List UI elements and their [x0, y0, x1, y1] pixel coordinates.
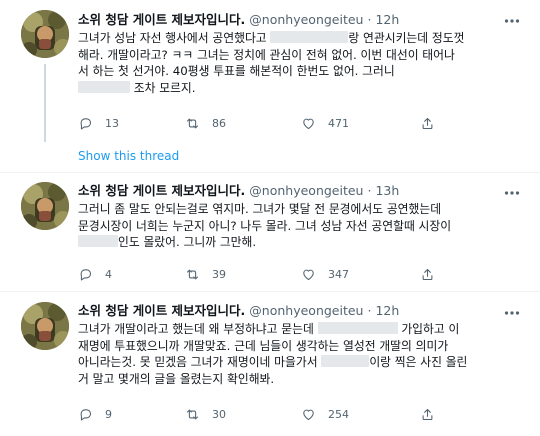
tweet-text: 그녀가 개딸이라고 했는데 왜 부정하냐고 묻는데 가입하고 이 재명에 투표했… [78, 321, 518, 387]
thread-line [44, 64, 46, 142]
text-line: 서 하는 첫 선거야. 40평생 투표를 해본적이 한번도 없어. 그러니 [78, 64, 395, 78]
separator-dot: · [367, 12, 372, 27]
text-line: 해라. 개딸이라고? ㅋㅋ 그녀는 정치에 관심이 전혀 없어. 이번 대선이 … [78, 47, 455, 62]
retweet-button[interactable]: 39 [185, 265, 226, 283]
retweet-icon [186, 409, 199, 419]
reply-button[interactable]: 13 [78, 114, 119, 132]
text-line: 문경시장이 너희는 누군지 아니? 나두 몰라. 그녀 성남 자선 공연할때 시… [78, 218, 452, 233]
tweet-3[interactable]: 소위 청담 게이트 제보자입니다. @nonhyeongeiteu · 12h … [0, 292, 540, 436]
avatar-image [21, 10, 69, 58]
reply-count: 9 [105, 407, 112, 421]
like-count: 347 [328, 267, 349, 281]
retweet-count: 39 [212, 267, 226, 281]
reply-icon [80, 268, 92, 280]
retweet-count: 86 [212, 116, 226, 130]
reply-count: 13 [105, 116, 119, 130]
heart-icon [303, 409, 314, 420]
display-name[interactable]: 소위 청담 게이트 제보자입니다. [78, 183, 245, 198]
tweet-text: 그녀가 성남 자선 행사에서 공연했다고 랑 연관시키는데 정도껏 해라. 개딸… [78, 30, 518, 96]
redacted-block [78, 80, 130, 93]
tweet-2[interactable]: 소위 청담 게이트 제보자입니다. @nonhyeongeiteu · 13h … [0, 173, 540, 291]
user-handle[interactable]: @nonhyeongeiteu [249, 12, 363, 27]
text-line: 조차 모르지. [78, 80, 518, 97]
retweet-count: 30 [212, 407, 226, 421]
like-button[interactable]: 254 [301, 405, 349, 423]
share-icon [422, 408, 433, 420]
more-icon[interactable] [504, 14, 520, 26]
timestamp[interactable]: 12h [375, 12, 399, 27]
user-handle[interactable]: @nonhyeongeiteu [249, 183, 363, 198]
like-count: 254 [328, 407, 349, 421]
tweet-text: 그러니 좀 말도 안되는걸로 엮지마. 그녀가 몇달 전 문경에서도 공연했는데… [78, 201, 518, 251]
reply-icon [80, 408, 92, 420]
tweet-header: 소위 청담 게이트 제보자입니다. @nonhyeongeiteu · 13h [78, 182, 399, 200]
redacted-block [317, 322, 398, 334]
share-button[interactable] [420, 265, 435, 283]
like-button[interactable]: 347 [301, 265, 349, 283]
show-thread-link[interactable]: Show this thread [78, 149, 179, 163]
like-button[interactable]: 471 [301, 114, 349, 132]
tweet-header: 소위 청담 게이트 제보자입니다. @nonhyeongeiteu · 12h [78, 11, 399, 29]
tweet-actions: 9 30 254 [78, 405, 478, 423]
retweet-button[interactable]: 30 [185, 405, 226, 423]
more-icon[interactable] [504, 306, 520, 318]
reply-button[interactable]: 9 [78, 405, 112, 423]
retweet-icon [186, 269, 199, 279]
share-icon [422, 117, 433, 129]
avatar-image [21, 302, 69, 350]
avatar[interactable] [21, 10, 69, 58]
avatar[interactable] [21, 182, 69, 230]
redacted-block [270, 31, 349, 43]
text-line: 인도 몰랐어. 그니까 그만해. [78, 234, 518, 251]
like-count: 471 [328, 116, 349, 130]
text-line: 그녀가 개딸이라고 했는데 왜 부정하냐고 묻는데 가입하고 이 [78, 322, 460, 336]
heart-icon [303, 118, 314, 129]
timestamp[interactable]: 12h [375, 303, 399, 318]
display-name[interactable]: 소위 청담 게이트 제보자입니다. [78, 303, 245, 318]
reply-count: 4 [105, 267, 112, 281]
share-button[interactable] [420, 405, 435, 423]
more-icon[interactable] [504, 186, 520, 198]
reply-button[interactable]: 4 [78, 265, 112, 283]
text-line: 재명에 투표했으니까 개딸맞죠. 근데 님들이 생각하는 열성전 개딸의 의미가 [78, 338, 449, 353]
redacted-block [321, 355, 370, 367]
user-handle[interactable]: @nonhyeongeiteu [249, 303, 363, 318]
display-name[interactable]: 소위 청담 게이트 제보자입니다. [78, 12, 245, 27]
heart-icon [303, 269, 314, 280]
share-icon [422, 268, 433, 280]
separator-dot: · [367, 183, 372, 198]
reply-icon [80, 117, 92, 129]
text-line: 그녀가 성남 자선 행사에서 공연했다고 랑 연관시키는데 정도껏 [78, 31, 465, 45]
tweet-actions: 13 86 471 [78, 114, 478, 132]
text-line: 거 말고 몇개의 글을 올렸는지 확인해봐. [78, 371, 275, 386]
text-line: 아니라는것. 못 믿겠음 그녀가 재명이네 마을가서 이랑 찍은 사진 올린 [78, 355, 468, 369]
avatar-image [21, 182, 69, 230]
separator-dot: · [367, 303, 372, 318]
redacted-block [78, 235, 118, 247]
retweet-button[interactable]: 86 [185, 114, 226, 132]
share-button[interactable] [420, 114, 435, 132]
tweet-header: 소위 청담 게이트 제보자입니다. @nonhyeongeiteu · 12h [78, 302, 399, 320]
tweet-1[interactable]: 소위 청담 게이트 제보자입니다. @nonhyeongeiteu · 12h … [0, 0, 540, 170]
tweet-actions: 4 39 347 [78, 265, 478, 283]
text-line: 그러니 좀 말도 안되는걸로 엮지마. 그녀가 몇달 전 문경에서도 공연했는데 [78, 202, 442, 216]
avatar[interactable] [21, 302, 69, 350]
retweet-icon [186, 118, 199, 128]
timestamp[interactable]: 13h [375, 183, 399, 198]
